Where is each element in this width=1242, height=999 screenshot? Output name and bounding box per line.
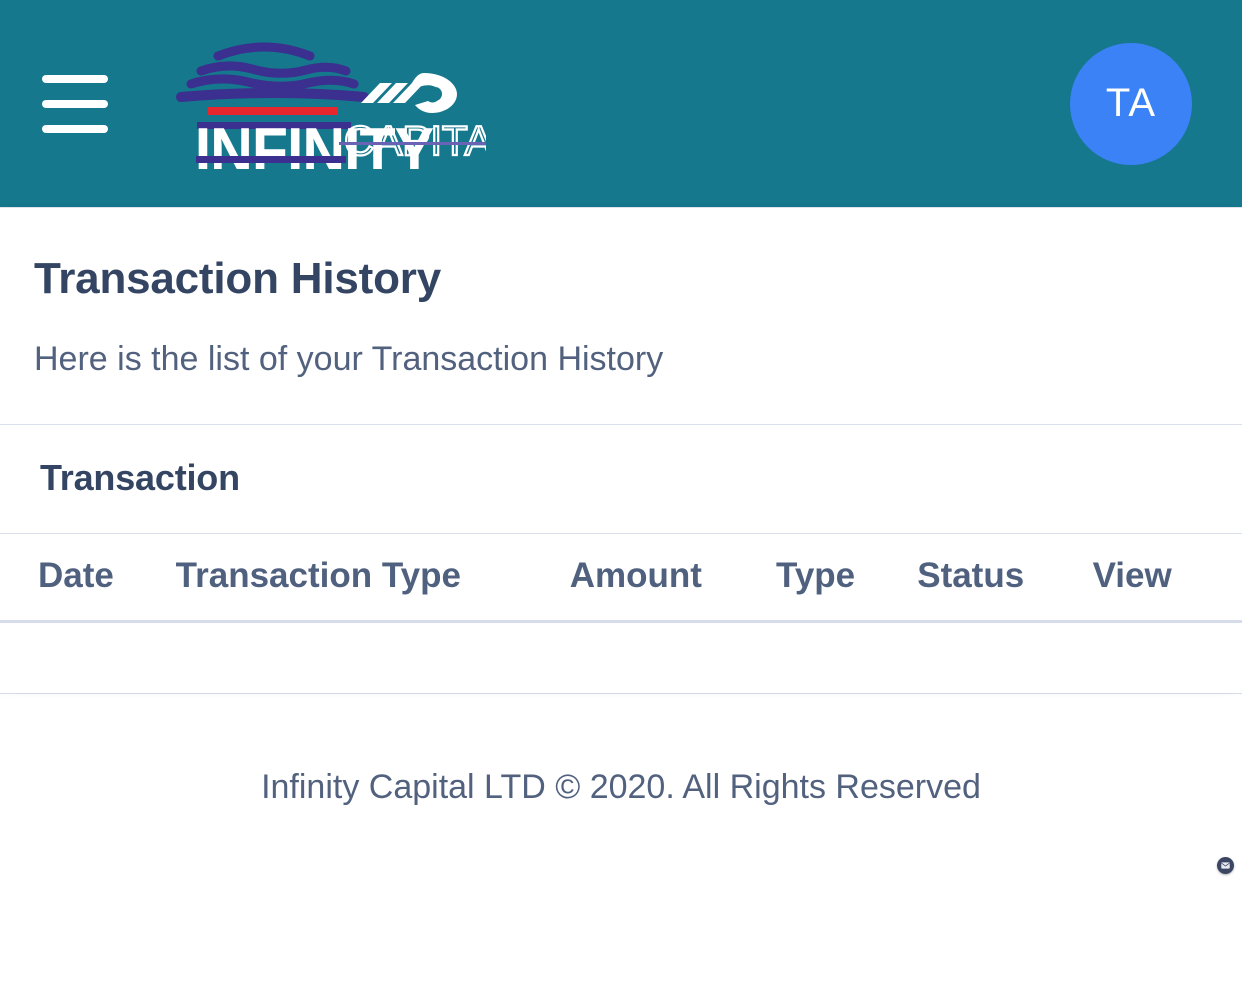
table-head: Date Transaction Type Amount Type Status… (0, 534, 1242, 621)
table-header-row: Date Transaction Type Amount Type Status… (0, 534, 1242, 621)
hamburger-bar-3 (42, 124, 108, 133)
hamburger-bar-2 (42, 99, 108, 108)
content-card: Transaction History Here is the list of … (0, 207, 1242, 694)
avatar-initials: TA (1105, 81, 1157, 125)
page-footer: Infinity Capital LTD © 2020. All Rights … (0, 694, 1242, 881)
column-header-type[interactable]: Type (740, 534, 882, 621)
column-header-amount[interactable]: Amount (533, 534, 741, 621)
envelope-icon (1221, 862, 1230, 869)
column-header-view[interactable]: View (1056, 534, 1242, 621)
page-content: Transaction History Here is the list of … (0, 207, 1242, 881)
hamburger-menu-icon[interactable] (42, 71, 108, 137)
brand-logo[interactable]: INFINITY CAPITAL (156, 39, 486, 169)
column-header-transaction-type[interactable]: Transaction Type (139, 534, 534, 621)
app-header: INFINITY CAPITAL TA (0, 0, 1242, 207)
column-header-date[interactable]: Date (0, 534, 140, 621)
svg-text:CAPITAL: CAPITAL (344, 117, 486, 164)
section-header: Transaction (0, 425, 1242, 533)
avatar[interactable]: TA (1070, 42, 1192, 165)
page-subtitle: Here is the list of your Transaction His… (34, 340, 664, 379)
transaction-table: Date Transaction Type Amount Type Status… (0, 534, 1242, 621)
infinity-capital-logo-icon: INFINITY CAPITAL (176, 42, 486, 169)
page-title: Transaction History (34, 254, 441, 303)
page-intro: Transaction History Here is the list of … (0, 208, 1242, 424)
chat-widget-button[interactable] (1217, 857, 1234, 875)
section-title: Transaction (40, 457, 240, 499)
footer-copyright: Infinity Capital LTD © 2020. All Rights … (261, 767, 981, 806)
hamburger-bar-1 (42, 74, 108, 83)
column-header-status[interactable]: Status (881, 534, 1057, 621)
table-body-empty (0, 623, 1242, 693)
